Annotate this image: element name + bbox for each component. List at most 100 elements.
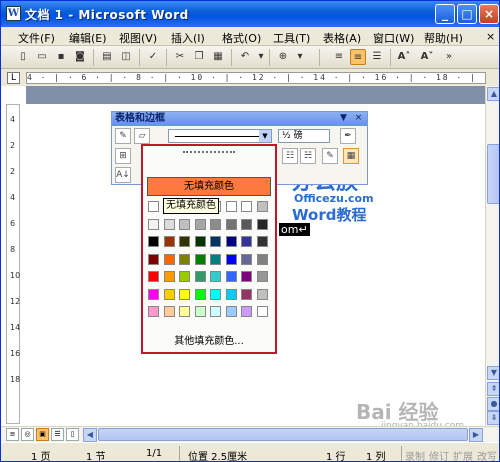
scroll-down-icon[interactable]: ▼: [487, 366, 499, 380]
cut-icon[interactable]: ✂: [172, 49, 188, 65]
color-swatch[interactable]: [210, 271, 221, 282]
color-swatch[interactable]: [194, 236, 206, 247]
color-swatch[interactable]: [210, 236, 221, 247]
print-icon[interactable]: ▤: [99, 49, 115, 65]
color-swatch[interactable]: [179, 218, 190, 230]
color-swatch[interactable]: [194, 218, 206, 230]
print-preview-icon[interactable]: ◫: [118, 49, 134, 65]
color-swatch[interactable]: [179, 253, 190, 265]
color-swatch[interactable]: [148, 271, 159, 282]
color-swatch[interactable]: [225, 253, 237, 265]
color-swatch[interactable]: [179, 288, 190, 300]
toolbar-menu-icon[interactable]: ▼: [338, 113, 349, 124]
vertical-scroll-thumb[interactable]: [487, 144, 499, 204]
color-swatch[interactable]: [241, 218, 252, 230]
color-swatch[interactable]: [210, 306, 221, 317]
close-button[interactable]: ×: [479, 4, 499, 24]
horizontal-scrollbar[interactable]: ≡ ◎ ▣ ☰ ▯ ◀ ▶: [1, 426, 499, 442]
color-swatch[interactable]: [225, 288, 237, 300]
word-app-icon[interactable]: W: [6, 6, 21, 21]
color-swatch[interactable]: [225, 236, 237, 247]
close-document-icon[interactable]: ×: [486, 30, 495, 43]
color-swatch[interactable]: [210, 218, 221, 230]
align-center-icon[interactable]: ≡: [350, 49, 366, 65]
line-style-dropdown[interactable]: ▼: [168, 129, 272, 143]
distribute-rows-icon[interactable]: ☷: [282, 148, 298, 164]
color-swatch[interactable]: [241, 201, 252, 212]
status-track-changes[interactable]: 修订: [429, 448, 449, 461]
color-swatch[interactable]: [163, 271, 175, 282]
reading-view-icon[interactable]: ▯: [66, 428, 79, 441]
undo-dropdown-icon[interactable]: ▾: [253, 49, 269, 65]
color-swatch[interactable]: [256, 253, 268, 265]
tab-stop-selector[interactable]: L: [7, 72, 20, 84]
menu-table[interactable]: 表格(A): [323, 30, 361, 46]
menu-view[interactable]: 视图(V): [119, 30, 157, 46]
previous-page-icon[interactable]: ⇞: [487, 382, 499, 396]
ruler-scale[interactable]: 4 · | · 6 · | · 8 · | · 10 · | · 12 · | …: [26, 72, 486, 84]
hyperlink-icon[interactable]: ⊕: [275, 49, 291, 65]
color-swatch[interactable]: [256, 271, 268, 282]
color-swatch[interactable]: [163, 218, 175, 230]
color-swatch[interactable]: [256, 288, 268, 300]
color-swatch[interactable]: [148, 288, 159, 300]
menu-format[interactable]: 格式(O): [222, 30, 261, 46]
sort-ascending-icon[interactable]: A↓: [115, 167, 131, 183]
color-swatch[interactable]: [148, 201, 159, 212]
color-swatch[interactable]: [194, 271, 206, 282]
status-extend[interactable]: 扩展: [453, 448, 473, 461]
color-swatch[interactable]: [148, 306, 159, 317]
scroll-left-icon[interactable]: ◀: [83, 428, 97, 442]
color-swatch[interactable]: [194, 306, 206, 317]
color-swatch[interactable]: [163, 236, 175, 247]
vertical-ruler[interactable]: 4 2 2 4 6 8 10 12 14 16 18: [6, 104, 20, 424]
spelling-icon[interactable]: ✓: [145, 49, 161, 65]
tables-toolbar-title[interactable]: 表格和边框: [112, 112, 367, 126]
maximize-button[interactable]: □: [457, 4, 477, 24]
permission-icon[interactable]: ◙: [72, 49, 88, 65]
vertical-scrollbar[interactable]: ▲ ▼ ⇞ ● ⇟: [485, 86, 499, 426]
color-swatch[interactable]: [256, 306, 268, 317]
hyperlink-dropdown-icon[interactable]: ▾: [292, 49, 308, 65]
color-swatch[interactable]: [148, 218, 159, 230]
outside-border-icon[interactable]: ⊞: [115, 148, 131, 164]
color-swatch[interactable]: [241, 288, 252, 300]
color-swatch[interactable]: [148, 253, 159, 265]
new-document-icon[interactable]: ▯: [15, 49, 31, 65]
line-style-chevron-icon[interactable]: ▼: [259, 130, 271, 142]
menu-file[interactable]: 文件(F): [18, 30, 55, 46]
color-swatch[interactable]: [256, 236, 268, 247]
minimize-button[interactable]: _: [435, 4, 455, 24]
color-swatch[interactable]: [194, 253, 206, 265]
scroll-right-icon[interactable]: ▶: [469, 428, 483, 442]
color-swatch[interactable]: [163, 288, 175, 300]
color-swatch[interactable]: [210, 253, 221, 265]
status-overtype[interactable]: 改写: [477, 448, 497, 461]
color-swatch[interactable]: [225, 218, 237, 230]
table-autoformat-icon[interactable]: ✎: [322, 148, 338, 164]
draw-table-icon[interactable]: ✎: [115, 128, 131, 144]
open-icon[interactable]: ▭: [34, 49, 50, 65]
color-swatch[interactable]: [210, 288, 221, 300]
color-swatch[interactable]: [241, 306, 252, 317]
justify-icon[interactable]: ☰: [369, 49, 385, 65]
menu-window[interactable]: 窗口(W): [373, 30, 414, 46]
outline-view-icon[interactable]: ☰: [51, 428, 64, 441]
color-swatch[interactable]: [163, 306, 175, 317]
distribute-columns-icon[interactable]: ☵: [300, 148, 316, 164]
color-swatch[interactable]: [225, 201, 237, 212]
color-swatch[interactable]: [179, 306, 190, 317]
no-fill-button[interactable]: 无填充颜色: [147, 177, 271, 196]
shrink-font-icon[interactable]: A˅: [419, 49, 435, 65]
browse-object-icon[interactable]: ●: [487, 397, 499, 411]
normal-view-icon[interactable]: ≡: [6, 428, 19, 441]
eraser-icon[interactable]: ▱: [134, 128, 150, 144]
menu-help[interactable]: 帮助(H): [424, 30, 463, 46]
menu-tools[interactable]: 工具(T): [273, 30, 310, 46]
color-swatch[interactable]: [241, 271, 252, 282]
more-fill-colors-button[interactable]: 其他填充颜色...: [143, 332, 275, 347]
color-swatch[interactable]: [241, 253, 252, 265]
menu-insert[interactable]: 插入(I): [171, 30, 205, 46]
color-swatch[interactable]: [256, 201, 268, 212]
line-weight-dropdown[interactable]: ½ 磅: [278, 129, 330, 143]
